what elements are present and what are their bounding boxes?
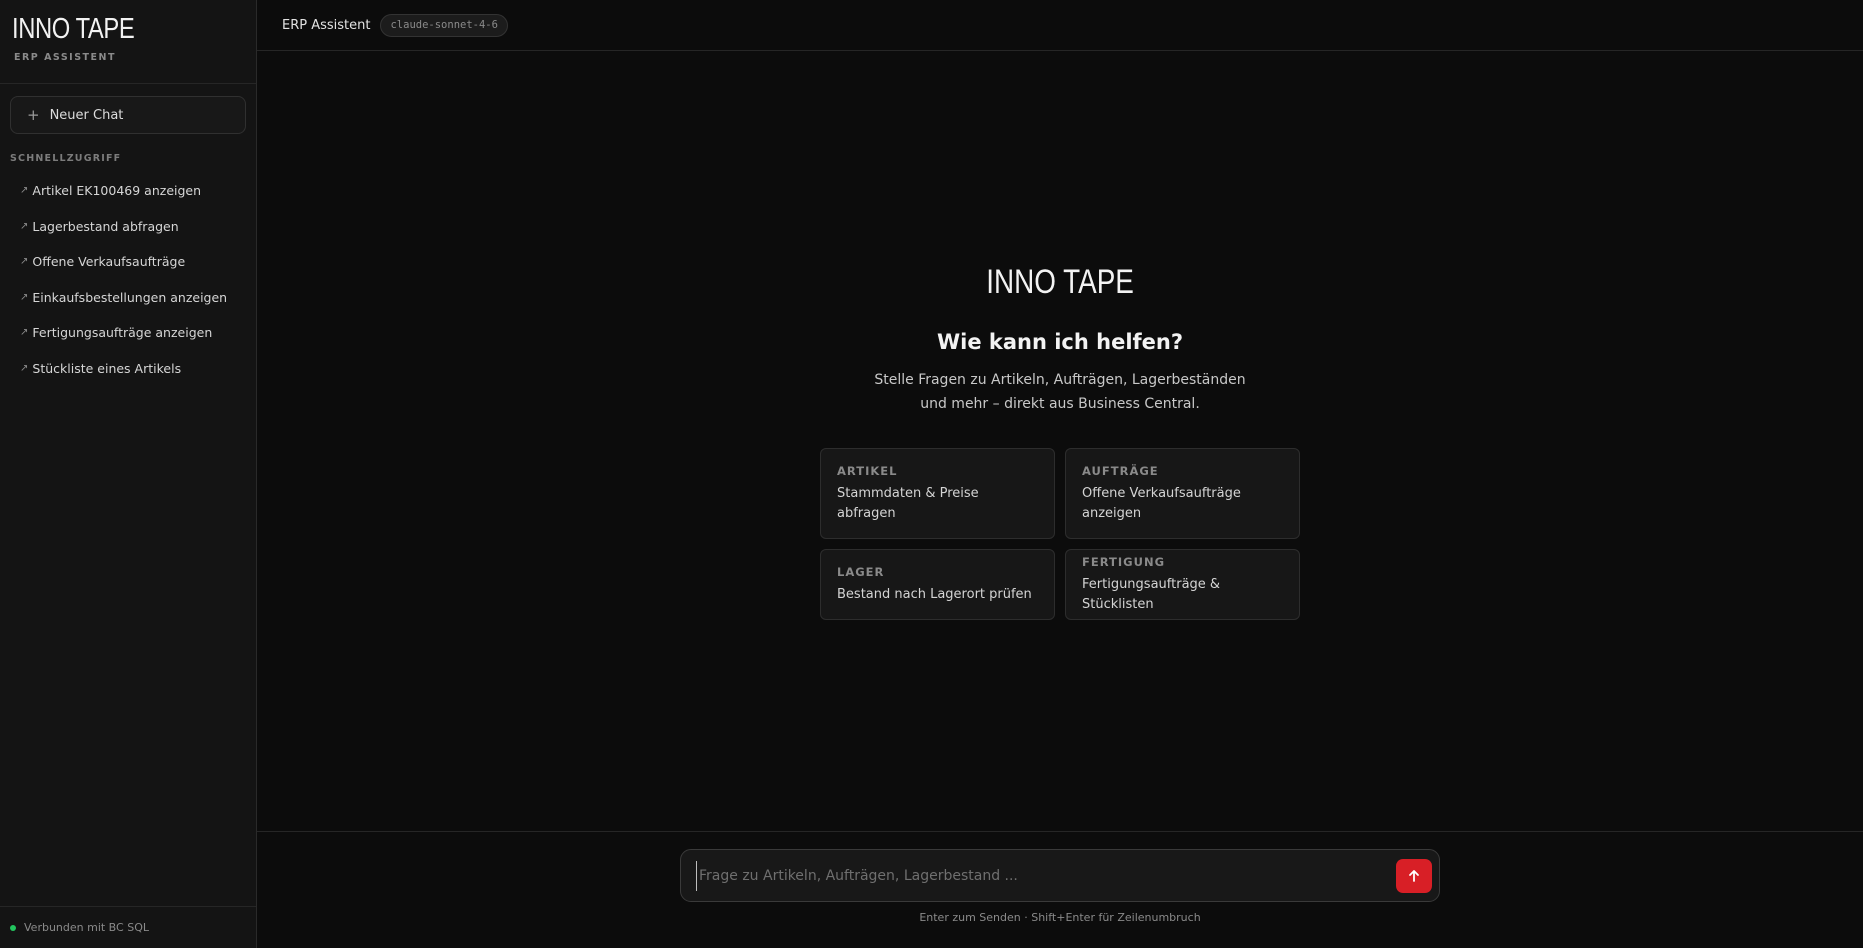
card-label: ARTIKEL: [837, 463, 898, 478]
quick-item-label: Stückliste eines Artikels: [32, 360, 182, 376]
card-text: Fertigungsaufträge & Stücklisten: [1082, 576, 1221, 612]
topbar: ERP Assistent claude-sonnet-4-6: [257, 0, 1863, 51]
welcome-heading: Wie kann ich helfen?: [936, 330, 1184, 354]
quick-item-label: Fertigungsaufträge anzeigen: [32, 325, 213, 341]
quick-item-label: Lagerbestand abfragen: [32, 218, 179, 234]
quick-item-stueckliste[interactable]: ↗ Stückliste eines Artikels: [0, 351, 256, 387]
quick-item-label: Artikel EK100469 anzeigen: [32, 183, 202, 199]
brand-subtitle: ERP ASSISTENT: [14, 52, 116, 63]
quick-item-lagerbestand[interactable]: ↗ Lagerbestand abfragen: [0, 209, 256, 245]
suggestion-card-lager[interactable]: LAGER Bestand nach Lagerort prüfen: [820, 549, 1055, 620]
brand: INNO TAPE ERP ASSISTENT: [0, 0, 256, 84]
connection-status-text: Verbunden mit BC SQL: [24, 921, 149, 934]
card-label: LAGER: [837, 564, 885, 579]
welcome-description: Stelle Fragen zu Artikeln, Aufträgen, La…: [874, 372, 1246, 412]
sidebar: INNO TAPE ERP ASSISTENT + Neuer Chat SCH…: [0, 0, 257, 948]
model-badge: claude-sonnet-4-6: [380, 13, 508, 37]
plus-icon: +: [27, 105, 40, 124]
keyboard-hint: Enter zum Senden · Shift+Enter für Zeile…: [919, 911, 1201, 924]
suggestion-cards: ARTIKEL Stammdaten & Preise abfragen AUF…: [820, 448, 1300, 620]
card-text: Offene Verkaufsaufträge anzeigen: [1082, 485, 1241, 521]
send-button[interactable]: [1396, 858, 1432, 893]
arrow-up-right-icon: ↗: [20, 185, 29, 197]
card-label: FERTIGUNG: [1082, 554, 1166, 569]
connection-status: Verbunden mit BC SQL: [0, 906, 256, 948]
brand-logo: INNO TAPE: [12, 13, 135, 45]
quick-item-verkaufsauftraege[interactable]: ↗ Offene Verkaufsaufträge: [0, 244, 256, 280]
quick-item-label: Einkaufsbestellungen anzeigen: [32, 289, 228, 305]
welcome-screen: INNO TAPE Wie kann ich helfen? Stelle Fr…: [257, 262, 1863, 620]
new-chat-label: Neuer Chat: [49, 107, 124, 123]
suggestion-card-fertigung[interactable]: FERTIGUNG Fertigungsaufträge & Stücklist…: [1065, 549, 1300, 620]
arrow-up-right-icon: ↗: [20, 220, 29, 232]
app-root: INNO TAPE ERP ASSISTENT + Neuer Chat SCH…: [0, 0, 1863, 948]
quick-item-label: Offene Verkaufsaufträge: [32, 254, 186, 270]
arrow-up-icon: [1409, 869, 1419, 882]
quick-access-list: ↗ Artikel EK100469 anzeigen ↗ Lagerbesta…: [0, 173, 256, 386]
main-panel: ERP Assistent claude-sonnet-4-6 INNO TAP…: [257, 0, 1863, 948]
quick-item-artikel[interactable]: ↗ Artikel EK100469 anzeigen: [0, 173, 256, 209]
card-text: Bestand nach Lagerort prüfen: [837, 586, 1032, 602]
message-input[interactable]: [696, 860, 1396, 891]
arrow-up-right-icon: ↗: [20, 327, 29, 339]
quick-item-fertigungsauftraege[interactable]: ↗ Fertigungsaufträge anzeigen: [0, 315, 256, 351]
composer-area: Enter zum Senden · Shift+Enter für Zeile…: [257, 831, 1863, 948]
welcome-logo: INNO TAPE: [986, 263, 1134, 301]
card-label: AUFTRÄGE: [1082, 463, 1159, 478]
card-text: Stammdaten & Preise abfragen: [837, 485, 979, 521]
suggestion-card-artikel[interactable]: ARTIKEL Stammdaten & Preise abfragen: [820, 448, 1055, 539]
arrow-up-right-icon: ↗: [20, 362, 29, 374]
composer: [680, 849, 1440, 902]
page-title: ERP Assistent: [282, 17, 371, 33]
quick-item-einkaufsbestellungen[interactable]: ↗ Einkaufsbestellungen anzeigen: [0, 280, 256, 316]
quick-access-heading: SCHNELLZUGRIFF: [10, 153, 122, 164]
arrow-up-right-icon: ↗: [20, 256, 29, 268]
status-dot-icon: [10, 924, 16, 931]
new-chat-button[interactable]: + Neuer Chat: [10, 96, 246, 134]
arrow-up-right-icon: ↗: [20, 291, 29, 303]
suggestion-card-auftraege[interactable]: AUFTRÄGE Offene Verkaufsaufträge anzeige…: [1065, 448, 1300, 539]
